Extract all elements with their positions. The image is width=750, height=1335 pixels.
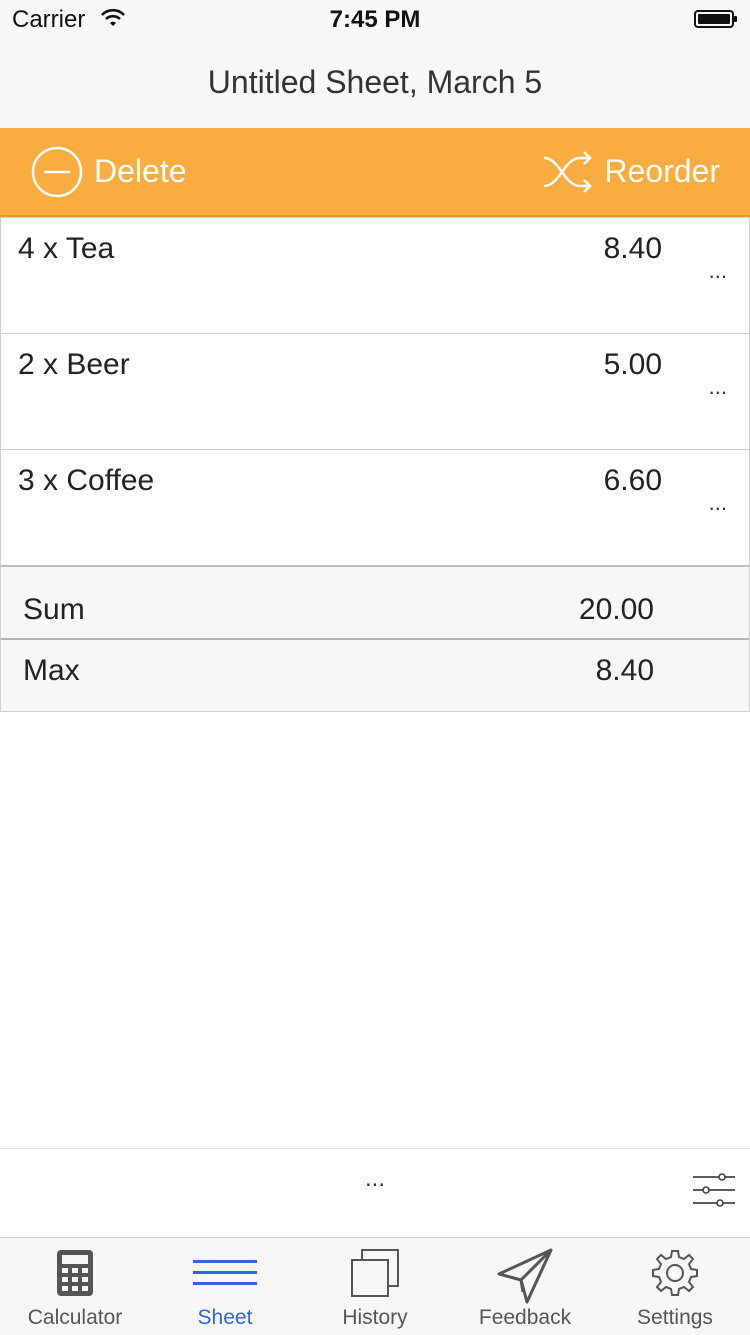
more-options-button[interactable]: ... (709, 258, 727, 284)
delete-button-label: Delete (94, 153, 187, 189)
item-label: 2 x Beer (18, 348, 130, 381)
tab-label: History (342, 1306, 408, 1329)
navigation-bar: Untitled Sheet, March 5 (0, 40, 750, 129)
reorder-button-label: Reorder (604, 153, 720, 189)
tab-bar: Calculator Sheet History Feedback Settin… (0, 1237, 750, 1335)
shuffle-icon (544, 150, 593, 193)
tab-sheet[interactable]: Sheet (150, 1238, 300, 1335)
gear-icon (652, 1250, 698, 1296)
tab-label: Feedback (478, 1306, 572, 1329)
sliders-icon[interactable] (692, 1171, 736, 1209)
tab-label: Calculator (27, 1306, 123, 1329)
battery-icon (694, 10, 737, 28)
more-options-button[interactable]: ... (709, 374, 727, 400)
minus-circle-icon (31, 146, 83, 197)
item-label: 3 x Coffee (18, 464, 155, 497)
tab-history[interactable]: History (300, 1238, 450, 1335)
item-list: 4 x Tea 8.40 ... 2 x Beer 5.00 ... 3 x C… (0, 217, 750, 566)
stacked-pages-icon (351, 1249, 399, 1297)
more-options-button[interactable]: ... (709, 490, 727, 516)
summary-value: 8.40 (595, 654, 654, 687)
reorder-button[interactable]: Reorder (542, 128, 720, 215)
summary-label: Sum (23, 593, 85, 626)
summary-label: Max (23, 654, 80, 687)
tab-feedback[interactable]: Feedback (450, 1238, 600, 1335)
status-time: 7:45 PM (329, 6, 421, 33)
summary-row-max: Max 8.40 (1, 640, 749, 711)
tab-label: Sheet (197, 1306, 253, 1329)
item-label: 4 x Tea (18, 232, 115, 265)
delete-button[interactable]: Delete (30, 128, 187, 215)
paper-plane-icon (497, 1248, 553, 1304)
tab-calculator[interactable]: Calculator (0, 1238, 150, 1335)
list-lines-icon (193, 1260, 257, 1285)
item-value: 5.00 (603, 348, 662, 381)
summary-section: Sum 20.00 Max 8.40 (0, 565, 750, 712)
page-title: Untitled Sheet, March 5 (207, 64, 543, 100)
edit-toolbar: Delete Reorder (0, 128, 750, 217)
action-strip: ... (0, 1148, 750, 1237)
item-value: 6.60 (603, 464, 662, 497)
more-actions-button[interactable]: ... (0, 1165, 750, 1193)
summary-value: 20.00 (578, 593, 654, 626)
item-value: 8.40 (603, 232, 662, 265)
calculator-icon (57, 1250, 93, 1296)
list-item[interactable]: 3 x Coffee 6.60 ... (0, 450, 750, 566)
status-bar: Carrier 7:45 PM (0, 0, 750, 40)
list-item[interactable]: 4 x Tea 8.40 ... (0, 217, 750, 334)
tab-settings[interactable]: Settings (600, 1238, 750, 1335)
tab-label: Settings (637, 1306, 713, 1329)
list-item[interactable]: 2 x Beer 5.00 ... (0, 334, 750, 450)
summary-row-sum: Sum 20.00 (1, 567, 749, 640)
